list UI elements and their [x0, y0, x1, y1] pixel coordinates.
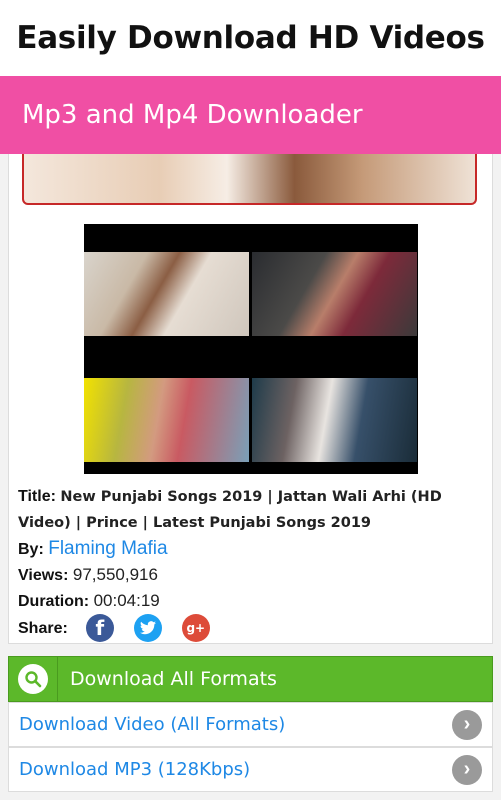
video-thumbnail[interactable]	[84, 224, 418, 474]
download-all-formats-label: Download All Formats	[70, 668, 277, 690]
search-icon-box	[9, 657, 58, 701]
video-card: Title: New Punjabi Songs 2019 | Jattan W…	[8, 154, 493, 644]
twitter-icon[interactable]	[133, 614, 162, 642]
duration-label: Duration:	[18, 593, 90, 610]
download-all-formats-header[interactable]: Download All Formats	[8, 656, 493, 702]
author-link[interactable]: Flaming Mafia	[48, 538, 167, 559]
duration-value: 00:04:19	[93, 591, 160, 610]
video-title: New Punjabi Songs 2019 | Jattan Wali Arh…	[18, 489, 442, 531]
chevron-right-icon: ›	[452, 709, 482, 740]
video-meta: Title: New Punjabi Songs 2019 | Jattan W…	[18, 484, 483, 642]
banner-title: Easily Download HD Videos	[16, 20, 485, 56]
chevron-right-icon: ›	[452, 754, 482, 785]
views-row: Views: 97,550,916	[18, 562, 483, 588]
download-mp3-label: Download MP3 (128Kbps)	[19, 759, 251, 780]
search-icon	[18, 664, 48, 694]
download-video-item[interactable]: Download Video (All Formats) ›	[8, 702, 493, 747]
title-row: Title: New Punjabi Songs 2019 | Jattan W…	[18, 484, 483, 536]
author-row: By: Flaming Mafia	[18, 536, 483, 562]
duration-row: Duration: 00:04:19	[18, 588, 483, 614]
by-label: By:	[18, 541, 44, 558]
facebook-icon[interactable]: f	[85, 614, 114, 642]
app-bar: Mp3 and Mp4 Downloader	[0, 76, 501, 154]
thumbnail-frame-3	[84, 378, 249, 462]
views-count: 97,550,916	[72, 565, 158, 584]
app-title: Mp3 and Mp4 Downloader	[22, 100, 363, 130]
google-plus-icon[interactable]: g+	[181, 614, 210, 642]
content-area[interactable]: Title: New Punjabi Songs 2019 | Jattan W…	[0, 154, 501, 800]
views-label: Views:	[18, 567, 69, 584]
thumbnail-frame-4	[252, 378, 417, 462]
download-mp3-item[interactable]: Download MP3 (128Kbps) ›	[8, 747, 493, 792]
promo-banner: Easily Download HD Videos	[0, 0, 501, 76]
share-label: Share:	[18, 619, 68, 637]
title-label: Title:	[18, 488, 56, 505]
thumbnail-frame-1	[84, 252, 249, 336]
share-row: Share: f g+	[18, 614, 483, 642]
previous-video-thumbnail[interactable]	[22, 154, 477, 205]
download-video-label: Download Video (All Formats)	[19, 714, 286, 735]
thumbnail-frame-2	[252, 252, 417, 336]
